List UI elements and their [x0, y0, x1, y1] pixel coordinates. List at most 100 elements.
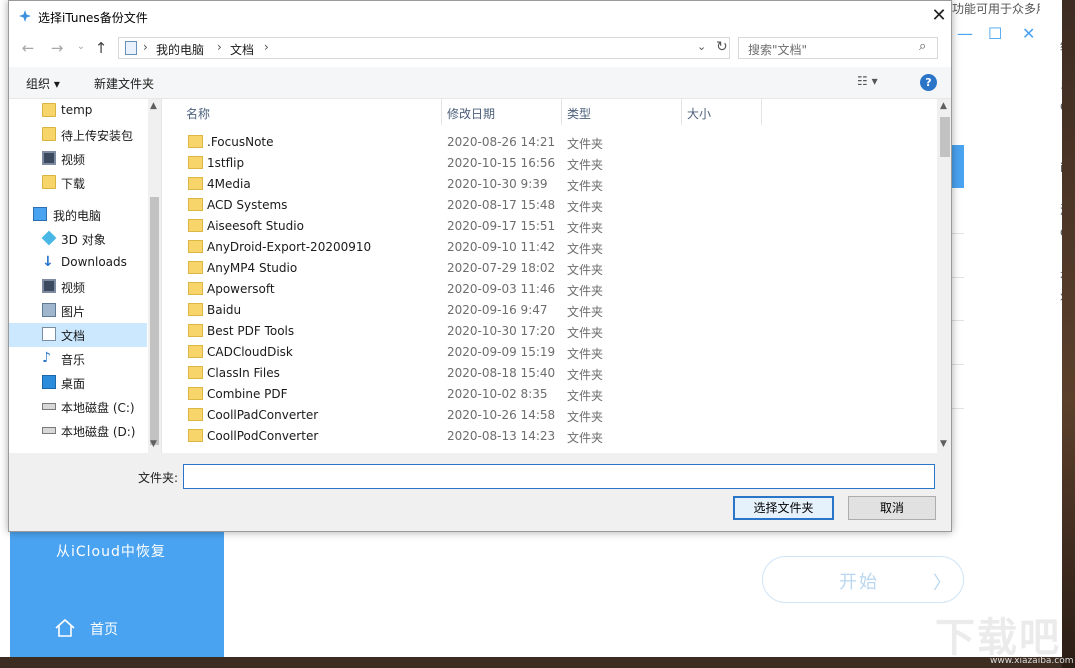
folder-name-input[interactable]	[183, 464, 935, 489]
disk-drive-icon	[42, 427, 56, 434]
file-row[interactable]: AnyMP4 Studio 2020-07-29 18:02 文件夹	[182, 258, 922, 279]
file-row[interactable]: Aiseesoft Studio 2020-09-17 15:51 文件夹	[182, 216, 922, 237]
scroll-down-icon[interactable]: ▼	[940, 439, 947, 449]
maximize-icon[interactable]: ☐	[988, 26, 1002, 42]
file-date: 2020-09-16 9:47	[447, 303, 548, 317]
close-icon[interactable]: ✕	[927, 4, 951, 28]
file-type: 文件夹	[567, 158, 604, 172]
folder-icon	[188, 366, 203, 379]
scroll-up-icon[interactable]: ▲	[940, 101, 947, 111]
forward-arrow-icon[interactable]: →	[47, 39, 67, 57]
tree-item-label: 音乐	[61, 353, 86, 367]
column-header-date[interactable]: 修改日期	[447, 105, 495, 122]
up-arrow-icon[interactable]: ↑	[91, 39, 111, 57]
folder-icon	[188, 135, 203, 148]
file-row[interactable]: Combine PDF 2020-10-02 8:35 文件夹	[182, 384, 922, 405]
tree-item-desktop[interactable]: 桌面	[9, 371, 147, 395]
chevron-right-icon[interactable]: ›	[217, 40, 222, 54]
dialog-titlebar[interactable]: 选择iTunes备份文件 ✕	[9, 1, 951, 31]
scroll-up-icon[interactable]: ▲	[150, 101, 157, 111]
tree-item-music[interactable]: ♪ 音乐	[9, 347, 147, 371]
tree-item-pictures[interactable]: 图片	[9, 299, 147, 323]
sidebar-item-icloud-restore[interactable]: 从iCloud中恢复	[56, 541, 166, 561]
minimize-icon[interactable]: —	[957, 26, 973, 42]
file-row[interactable]: 1stflip 2020-10-15 16:56 文件夹	[182, 153, 922, 174]
column-header-name[interactable]: 名称	[186, 105, 210, 122]
tree-item-disk-c[interactable]: 本地磁盘 (C:)	[9, 395, 147, 419]
sidebar-item-home[interactable]: 首页	[10, 604, 224, 654]
file-row[interactable]: CoollPodConverter 2020-08-13 14:23 文件夹	[182, 426, 922, 447]
tree-item-label: 桌面	[61, 377, 86, 391]
chevron-down-icon[interactable]: ⌄	[697, 40, 706, 53]
breadcrumb-documents[interactable]: 文档	[230, 41, 254, 58]
file-row[interactable]: Baidu 2020-09-16 9:47 文件夹	[182, 300, 922, 321]
file-row[interactable]: .FocusNote 2020-08-26 14:21 文件夹	[182, 132, 922, 153]
video-icon	[42, 279, 56, 293]
tree-item-label: 我的电脑	[53, 209, 102, 223]
search-icon: ⌕	[919, 39, 927, 54]
file-list-scrollbar[interactable]: ▲ ▼	[937, 99, 951, 453]
app-icon	[19, 10, 31, 22]
recent-locations-icon[interactable]: ⌄	[71, 41, 91, 52]
file-name: 4Media	[207, 177, 251, 191]
select-folder-button[interactable]: 选择文件夹	[733, 496, 834, 520]
tree-item-videos[interactable]: 视频	[9, 147, 147, 171]
tree-item-temp[interactable]: temp	[9, 99, 147, 123]
help-icon[interactable]: ?	[920, 74, 937, 91]
folder-icon	[188, 198, 203, 211]
start-button-label: 开始	[839, 572, 879, 593]
file-row[interactable]: CoollPadConverter 2020-10-26 14:58 文件夹	[182, 405, 922, 426]
file-row[interactable]: AnyDroid-Export-20200910 2020-09-10 11:42…	[182, 237, 922, 258]
tree-item-downloads-folder[interactable]: 下载	[9, 171, 147, 195]
tree-item-my-computer[interactable]: 我的电脑	[9, 203, 147, 227]
file-name: CoollPadConverter	[207, 408, 319, 422]
scrollbar-thumb[interactable]	[940, 117, 950, 157]
file-row[interactable]: ACD Systems 2020-08-17 15:48 文件夹	[182, 195, 922, 216]
file-row[interactable]: Best PDF Tools 2020-10-30 17:20 文件夹	[182, 321, 922, 342]
tree-item-documents[interactable]: 文档	[9, 323, 147, 347]
tree-item-videos-library[interactable]: 视频	[9, 275, 147, 299]
file-date: 2020-10-26 14:58	[447, 408, 556, 422]
back-arrow-icon[interactable]: ←	[18, 39, 38, 57]
folder-icon	[188, 324, 203, 337]
tree-item-pending-installers[interactable]: 待上传安装包	[9, 123, 147, 147]
breadcrumb-my-computer[interactable]: 我的电脑	[156, 41, 204, 58]
scrollbar-thumb[interactable]	[150, 197, 159, 445]
view-options-icon[interactable]: ☷ ▾	[857, 74, 878, 88]
file-name: AnyDroid-Export-20200910	[207, 240, 372, 254]
file-row[interactable]: Apowersoft 2020-09-03 11:46 文件夹	[182, 279, 922, 300]
file-type: 文件夹	[567, 368, 604, 382]
file-row[interactable]: CADCloudDisk 2020-09-09 15:19 文件夹	[182, 342, 922, 363]
file-name: Combine PDF	[207, 387, 288, 401]
tree-item-label: 视频	[61, 281, 86, 295]
tree-item-downloads[interactable]: ↓ Downloads	[9, 251, 147, 275]
search-input[interactable]: 搜索"文档" ⌕	[738, 37, 938, 59]
navigation-bar: ← → ⌄ ↑ › 我的电脑 › 文档 › ⌄ ↻ 搜索"文档" ⌕	[9, 31, 951, 67]
file-date: 2020-09-10 11:42	[447, 240, 556, 254]
tree-item-label: 3D 对象	[61, 233, 106, 247]
column-header-type[interactable]: 类型	[567, 105, 591, 122]
tree-item-disk-d[interactable]: 本地磁盘 (D:)	[9, 419, 147, 443]
chevron-right-icon[interactable]: ›	[264, 40, 269, 54]
chevron-right-icon[interactable]: ›	[143, 40, 148, 54]
start-button[interactable]: 开始 〉	[762, 556, 964, 603]
file-row[interactable]: 4Media 2020-10-30 9:39 文件夹	[182, 174, 922, 195]
file-type: 文件夹	[567, 389, 604, 403]
scroll-down-icon[interactable]: ▼	[150, 439, 157, 449]
background-list-edge	[952, 145, 964, 450]
navigation-scrollbar[interactable]: ▲ ▼	[148, 99, 161, 453]
close-icon[interactable]: ✕	[1022, 26, 1035, 42]
tree-item-3d-objects[interactable]: 3D 对象	[9, 227, 147, 251]
file-date: 2020-08-26 14:21	[447, 135, 556, 149]
column-header-size[interactable]: 大小	[687, 105, 711, 122]
file-row[interactable]: ClassIn Files 2020-08-18 15:40 文件夹	[182, 363, 922, 384]
file-date: 2020-10-02 8:35	[447, 387, 548, 401]
file-type: 文件夹	[567, 410, 604, 424]
address-bar[interactable]: › 我的电脑 › 文档 › ⌄ ↻	[118, 37, 730, 59]
dialog-title: 选择iTunes备份文件	[38, 11, 148, 25]
cancel-button[interactable]: 取消	[848, 496, 936, 520]
organize-menu-button[interactable]: 组织 ▾	[26, 75, 60, 92]
sidebar-item-home-label: 首页	[90, 622, 118, 638]
new-folder-button[interactable]: 新建文件夹	[94, 75, 154, 92]
refresh-icon[interactable]: ↻	[716, 39, 728, 55]
